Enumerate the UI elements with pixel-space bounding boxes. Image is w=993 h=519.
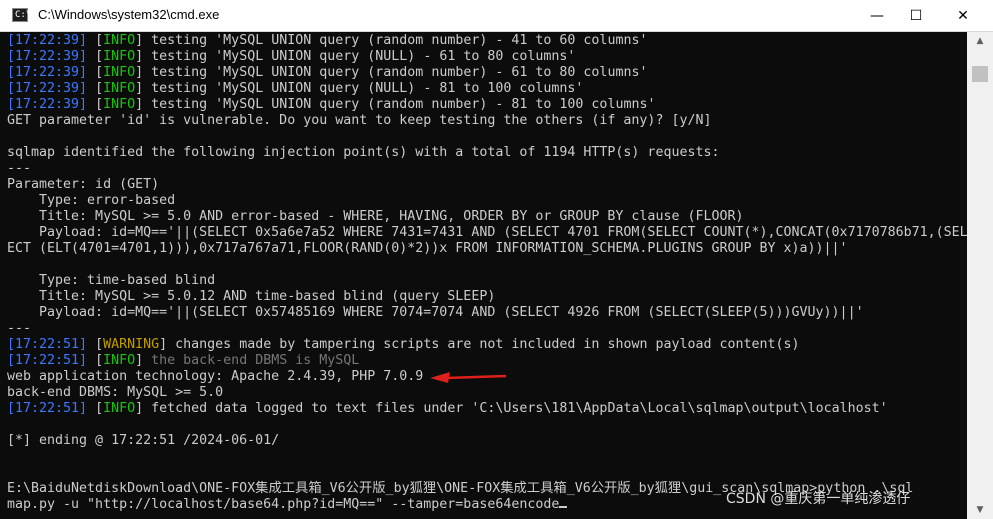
console-text: [*] ending @ 17:22:51 /2024-06-01/ xyxy=(7,433,280,448)
console-line: web application technology: Apache 2.4.3… xyxy=(7,369,423,385)
console-line: back-end DBMS: MySQL >= 5.0 xyxy=(7,385,223,401)
log-message: testing 'MySQL UNION query (random numbe… xyxy=(143,65,648,80)
log-level: INFO xyxy=(103,353,136,368)
console-text: map.py -u "http://localhost/base64.php?i… xyxy=(7,497,560,512)
console-text: --- xyxy=(7,321,32,336)
log-message: changes made by tampering scripts are no… xyxy=(167,337,800,352)
console-line: sqlmap identified the following injectio… xyxy=(7,145,719,161)
log-level: INFO xyxy=(103,401,136,416)
log-message: the back-end DBMS is MySQL xyxy=(143,353,360,368)
log-timestamp: [17:22:39] xyxy=(7,65,88,80)
log-timestamp: [17:22:51] xyxy=(7,401,88,416)
log-level: INFO xyxy=(103,49,136,64)
console-line: [17:22:39] [INFO] testing 'MySQL UNION q… xyxy=(7,97,656,112)
close-icon: ✕ xyxy=(957,7,969,24)
annotation-arrow xyxy=(430,372,507,383)
log-message: testing 'MySQL UNION query (random numbe… xyxy=(143,97,656,112)
console-line: [17:22:39] [INFO] testing 'MySQL UNION q… xyxy=(7,33,648,48)
console-line: [17:22:51] [INFO] fetched data logged to… xyxy=(7,401,888,416)
console-line: Title: MySQL >= 5.0 AND error-based - WH… xyxy=(7,209,744,225)
log-level: INFO xyxy=(103,97,136,112)
console-line: --- xyxy=(7,321,31,337)
log-timestamp: [17:22:39] xyxy=(7,33,88,48)
log-level: INFO xyxy=(103,33,136,48)
log-timestamp: [17:22:51] xyxy=(7,337,88,352)
window-title: C:\Windows\system32\cmd.exe xyxy=(38,7,220,22)
console-text: ECT (ELT(4701=4701,1))),0x717a767a71,FLO… xyxy=(7,241,848,256)
console-line: --- xyxy=(7,161,31,177)
watermark: CSDN @重庆第一单纯渗透仔 xyxy=(726,491,911,507)
console-output[interactable]: [17:22:39] [INFO] testing 'MySQL UNION q… xyxy=(0,32,967,519)
console-line: Payload: id=MQ=='||(SELECT 0x57485169 WH… xyxy=(7,305,864,321)
log-message: testing 'MySQL UNION query (NULL) - 81 t… xyxy=(143,81,584,96)
log-level: WARNING xyxy=(103,337,160,352)
console-line: Type: time-based blind xyxy=(7,273,215,289)
console-line: ECT (ELT(4701=4701,1))),0x717a767a71,FLO… xyxy=(7,241,848,257)
console-line: Payload: id=MQ=='||(SELECT 0x5a6e7a52 WH… xyxy=(7,225,967,241)
scroll-down-arrow-icon[interactable]: ▼ xyxy=(967,501,993,519)
console-line: [17:22:39] [INFO] testing 'MySQL UNION q… xyxy=(7,81,584,96)
log-timestamp: [17:22:39] xyxy=(7,81,88,96)
console-line: [17:22:51] [INFO] the back-end DBMS is M… xyxy=(7,353,360,368)
console-line: [17:22:39] [INFO] testing 'MySQL UNION q… xyxy=(7,49,576,64)
log-message: testing 'MySQL UNION query (NULL) - 61 t… xyxy=(143,49,576,64)
maximize-icon: ☐ xyxy=(909,7,923,24)
log-level: INFO xyxy=(103,65,136,80)
scroll-thumb[interactable] xyxy=(972,66,988,82)
console-text: sqlmap identified the following injectio… xyxy=(7,145,720,160)
console-text: --- xyxy=(7,161,32,176)
log-timestamp: [17:22:51] xyxy=(7,353,88,368)
console-line: Title: MySQL >= 5.0.12 AND time-based bl… xyxy=(7,289,495,305)
console-text: Payload: id=MQ=='||(SELECT 0x57485169 WH… xyxy=(7,305,864,320)
log-timestamp: [17:22:39] xyxy=(7,97,88,112)
minimize-icon: — xyxy=(870,7,884,24)
console-text: Type: time-based blind xyxy=(7,273,216,288)
console-text: Title: MySQL >= 5.0.12 AND time-based bl… xyxy=(7,289,496,304)
vertical-scrollbar[interactable]: ▲ ▼ xyxy=(967,32,993,519)
console-line: Type: error-based xyxy=(7,193,175,209)
console-text: web application technology: Apache 2.4.3… xyxy=(7,369,424,384)
console-text: back-end DBMS: MySQL >= 5.0 xyxy=(7,385,224,400)
title-bar[interactable]: C:\ C:\Windows\system32\cmd.exe — ☐ ✕ xyxy=(0,0,993,32)
console-text: Parameter: id (GET) xyxy=(7,177,160,192)
log-level: INFO xyxy=(103,81,136,96)
console-line: map.py -u "http://localhost/base64.php?i… xyxy=(7,497,568,513)
close-button[interactable]: ✕ xyxy=(940,0,986,31)
console-line: GET parameter 'id' is vulnerable. Do you… xyxy=(7,113,711,129)
console-text: Title: MySQL >= 5.0 AND error-based - WH… xyxy=(7,209,744,224)
text-cursor xyxy=(559,506,568,508)
maximize-button[interactable]: ☐ xyxy=(893,0,939,31)
console-text: GET parameter 'id' is vulnerable. Do you… xyxy=(7,113,712,128)
console-line: [17:22:39] [INFO] testing 'MySQL UNION q… xyxy=(7,65,648,80)
console-text: Payload: id=MQ=='||(SELECT 0x5a6e7a52 WH… xyxy=(7,225,967,240)
console-line: [*] ending @ 17:22:51 /2024-06-01/ xyxy=(7,433,279,449)
console-text: Type: error-based xyxy=(7,193,176,208)
log-timestamp: [17:22:39] xyxy=(7,49,88,64)
log-message: fetched data logged to text files under … xyxy=(143,401,888,416)
console-line: [17:22:51] [WARNING] changes made by tam… xyxy=(7,337,800,352)
console-line: Parameter: id (GET) xyxy=(7,177,159,193)
log-message: testing 'MySQL UNION query (random numbe… xyxy=(143,33,648,48)
scroll-up-arrow-icon[interactable]: ▲ xyxy=(967,32,993,50)
console-icon[interactable]: C:\ xyxy=(12,8,31,22)
